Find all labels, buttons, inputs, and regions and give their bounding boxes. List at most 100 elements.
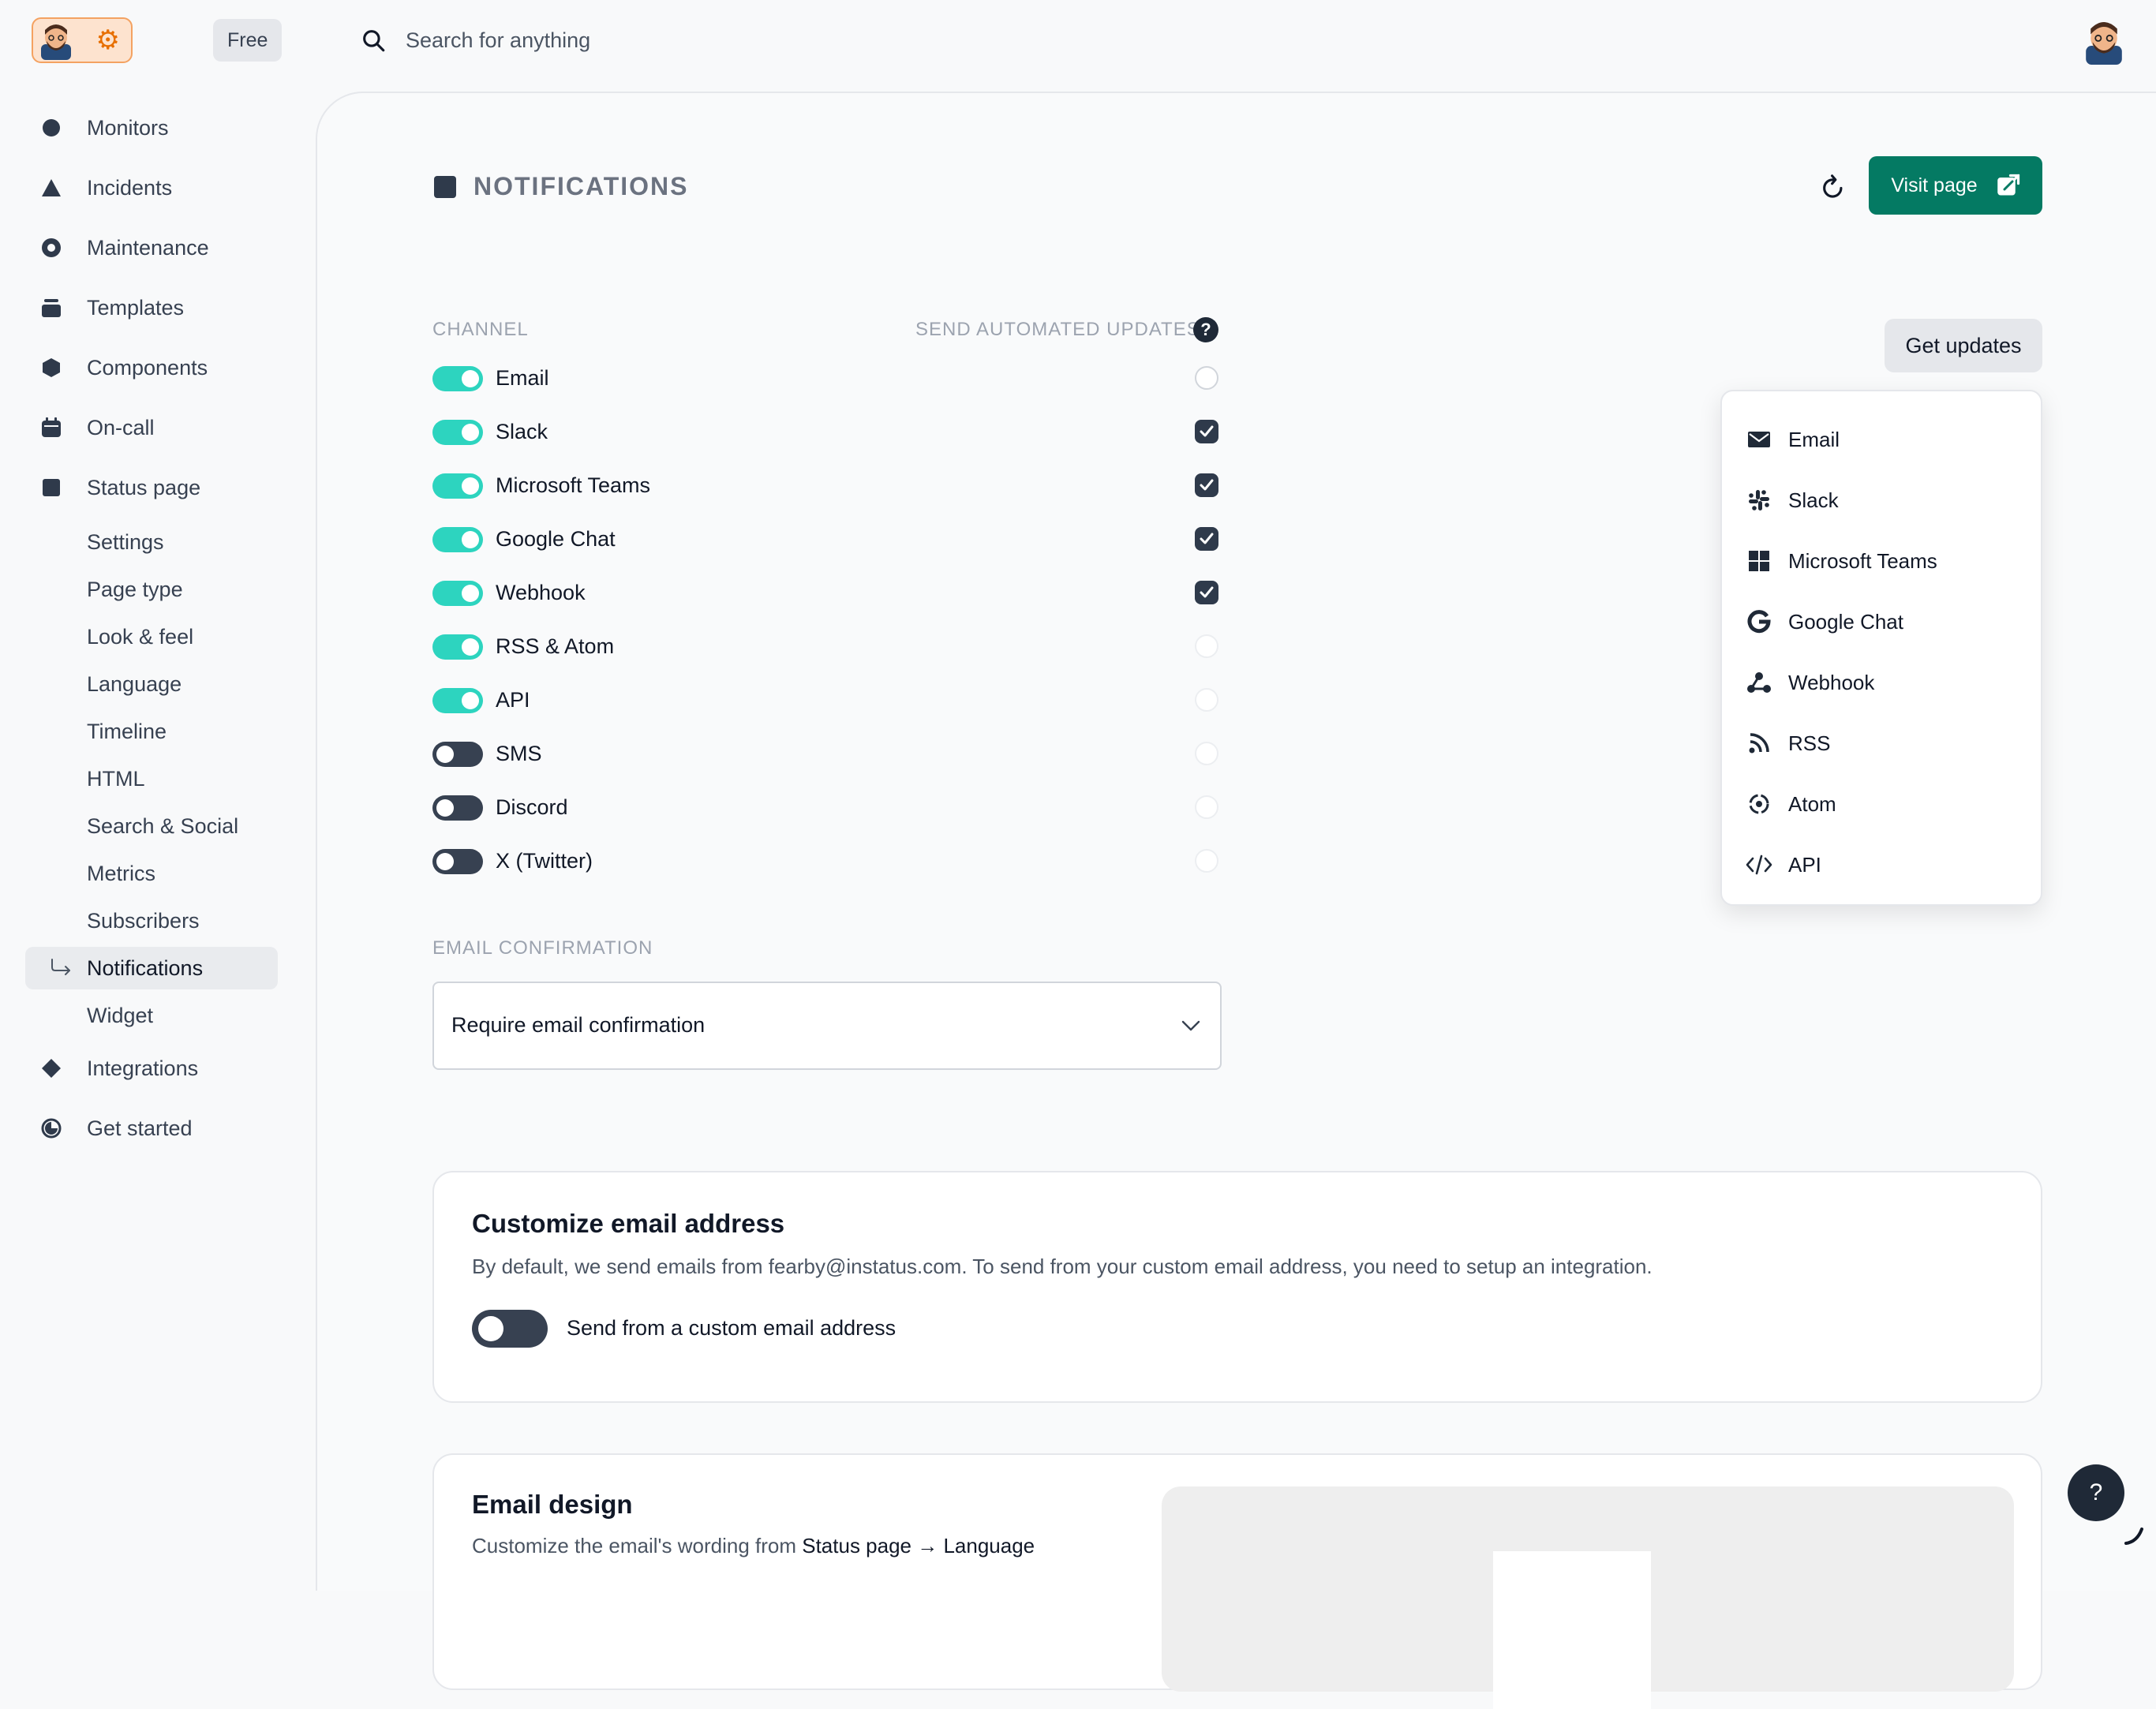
dropdown-item-label: Email <box>1788 427 1840 451</box>
email-design-card: Email design Customize the email's wordi… <box>432 1453 2042 1709</box>
dropdown-item-microsoft-teams[interactable]: Microsoft Teams <box>1746 541 2030 581</box>
sidebar-item-get-started[interactable]: Get started <box>25 1106 278 1150</box>
channel-toggle[interactable] <box>432 634 483 660</box>
refresh-icon <box>1823 174 1843 198</box>
sidebar-item-templates[interactable]: Templates <box>25 286 278 330</box>
channel-row-slack: Slack <box>432 412 1537 451</box>
check-icon <box>1200 586 1214 598</box>
sidebar-sub-label: Timeline <box>87 719 167 743</box>
dropdown-item-atom[interactable]: Atom <box>1746 784 2030 824</box>
envelope-icon <box>1746 426 1772 453</box>
sidebar-item-components[interactable]: Components <box>25 346 278 390</box>
dropdown-item-webhook[interactable]: Webhook <box>1746 663 2030 702</box>
dropdown-item-rss[interactable]: RSS <box>1746 724 2030 763</box>
language-link[interactable]: Status page → Language <box>802 1534 1035 1558</box>
triangle-icon <box>39 176 63 200</box>
return-arrow-icon <box>51 959 70 975</box>
sidebar-item-maintenance[interactable]: Maintenance <box>25 226 278 270</box>
sidebar-sub-widget[interactable]: Widget <box>25 994 278 1037</box>
channel-name: Discord <box>496 795 568 819</box>
email-confirmation-select[interactable]: Require email confirmation <box>432 982 1222 1070</box>
sidebar-item-integrations[interactable]: Integrations <box>25 1046 278 1090</box>
email-preview-paper <box>1493 1551 1651 1709</box>
card-description: By default, we send emails from fearby@i… <box>472 1255 1653 1278</box>
auto-update-checkbox <box>1195 795 1218 819</box>
channel-toggle[interactable] <box>432 581 483 606</box>
help-icon[interactable]: ? <box>1193 317 1218 342</box>
custom-email-toggle-label: Send from a custom email address <box>567 1316 896 1340</box>
sidebar-sub-html[interactable]: HTML <box>25 757 278 800</box>
plan-badge[interactable]: Free <box>213 19 283 62</box>
check-icon <box>1200 533 1214 544</box>
sidebar-item-label: Templates <box>87 295 185 320</box>
sidebar-sub-search-social[interactable]: Search & Social <box>25 805 278 847</box>
channel-toggle[interactable] <box>432 473 483 499</box>
sidebar-sub-timeline[interactable]: Timeline <box>25 710 278 753</box>
channel-row-discord: Discord <box>432 787 1537 827</box>
description-prefix: Customize the email's wording from <box>472 1534 803 1558</box>
auto-update-checkbox[interactable] <box>1195 420 1218 443</box>
auto-update-checkbox[interactable] <box>1195 366 1218 390</box>
dropdown-item-api[interactable]: API <box>1746 845 2030 884</box>
sidebar-item-label: Status page <box>87 475 201 499</box>
sidebar-item-status-page[interactable]: Status page <box>25 466 278 510</box>
hexagon-icon <box>39 356 63 380</box>
page-title: NOTIFICATIONS <box>434 172 689 201</box>
channel-toggle[interactable] <box>432 366 483 391</box>
channel-column-header: CHANNEL <box>432 319 529 340</box>
sidebar-item-label: Monitors <box>87 115 169 140</box>
auto-update-checkbox[interactable] <box>1195 473 1218 497</box>
channel-name: Webhook <box>496 581 586 604</box>
channel-toggle[interactable] <box>432 688 483 713</box>
stack-icon <box>39 296 63 320</box>
auto-update-checkbox[interactable] <box>1195 527 1218 551</box>
sidebar-sub-subscribers[interactable]: Subscribers <box>25 899 278 942</box>
sidebar-sub-metrics[interactable]: Metrics <box>25 852 278 895</box>
ring-icon <box>39 236 63 260</box>
visit-page-button[interactable]: Visit page <box>1869 156 2042 215</box>
dropdown-item-label: RSS <box>1788 731 1831 755</box>
sidebar-item-monitors[interactable]: Monitors <box>25 106 278 150</box>
channel-name: RSS & Atom <box>496 634 615 658</box>
sidebar-sub-page-type[interactable]: Page type <box>25 568 278 611</box>
card-title: Email design <box>472 1490 633 1519</box>
channel-name: Microsoft Teams <box>496 473 651 497</box>
channel-toggle[interactable] <box>432 795 483 821</box>
sidebar-item-incidents[interactable]: Incidents <box>25 166 278 210</box>
channel-name: Google Chat <box>496 527 616 551</box>
custom-email-toggle[interactable] <box>472 1310 548 1348</box>
sidebar-sub-notifications[interactable]: Notifications <box>25 947 278 989</box>
channel-name: SMS <box>496 742 542 765</box>
channel-toggle[interactable] <box>432 849 483 874</box>
sidebar-sub-label: Notifications <box>87 955 204 980</box>
channel-toggle[interactable] <box>432 420 483 445</box>
auto-update-checkbox <box>1195 742 1218 765</box>
dropdown-item-label: Atom <box>1788 791 1836 816</box>
get-updates-button[interactable]: Get updates <box>1885 319 2042 372</box>
auto-update-checkbox <box>1195 688 1218 712</box>
gear-icon: ⚙ <box>95 25 120 55</box>
user-avatar[interactable] <box>2080 17 2128 65</box>
dropdown-item-email[interactable]: Email <box>1746 420 2030 459</box>
auto-update-checkbox[interactable] <box>1195 581 1218 604</box>
diamond-icon <box>39 1056 63 1080</box>
sidebar-item-on-call[interactable]: On-call <box>25 406 278 450</box>
refresh-button[interactable] <box>1815 169 1851 205</box>
visit-page-label: Visit page <box>1891 174 1978 196</box>
search-bar[interactable] <box>360 21 881 60</box>
dropdown-item-slack[interactable]: Slack <box>1746 481 2030 520</box>
dropdown-item-label: Webhook <box>1788 670 1875 694</box>
channel-toggle[interactable] <box>432 742 483 767</box>
help-chat-button[interactable]: ? <box>2068 1464 2124 1521</box>
atom-icon <box>1746 791 1772 817</box>
brand-logo[interactable]: ⚙ <box>32 17 133 63</box>
card-title: Customize email address <box>472 1209 785 1238</box>
sidebar-sub-look-feel[interactable]: Look & feel <box>25 615 278 658</box>
channel-toggle[interactable] <box>432 527 483 552</box>
sidebar-sub-settings[interactable]: Settings <box>25 521 278 563</box>
check-icon <box>1200 479 1214 491</box>
sidebar-sub-language[interactable]: Language <box>25 663 278 705</box>
dropdown-item-google-chat[interactable]: Google Chat <box>1746 602 2030 641</box>
search-input[interactable] <box>404 27 881 54</box>
get-updates-dropdown: Email Slack Microsoft Teams Google Chat … <box>1720 390 2042 906</box>
